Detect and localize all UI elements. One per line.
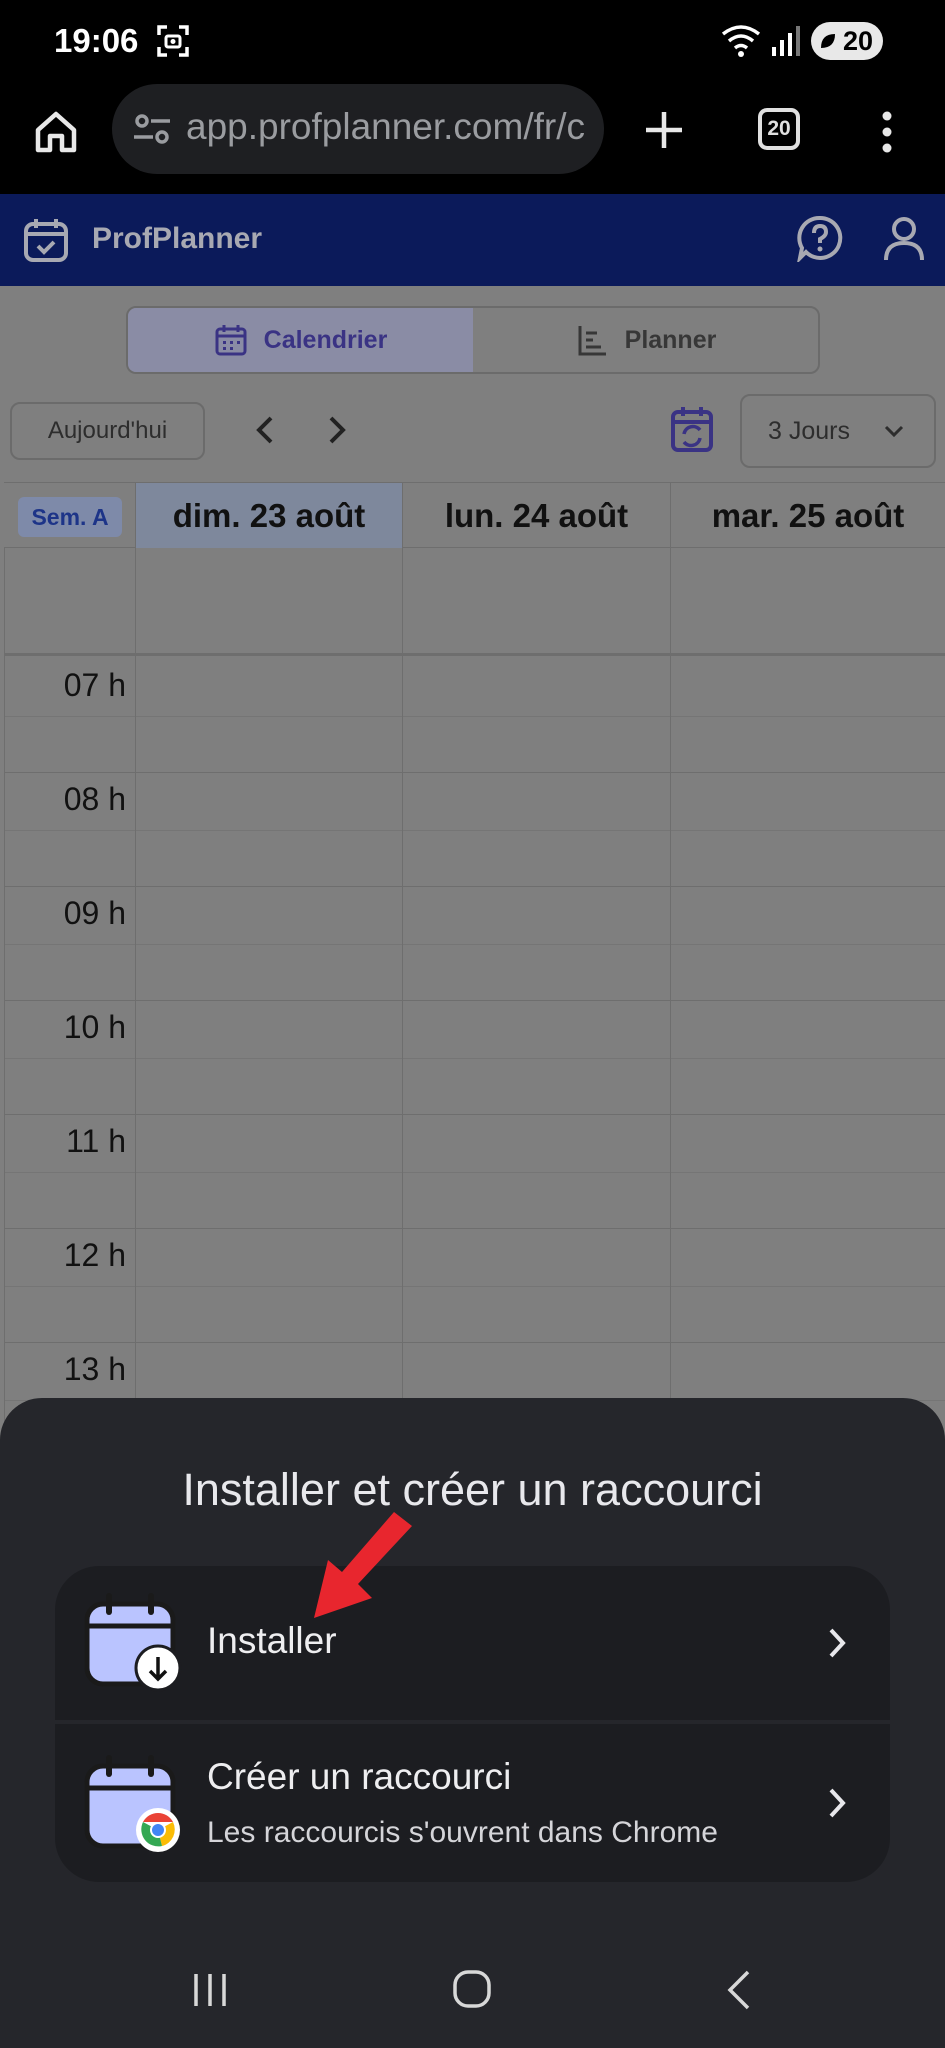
app-title: ProfPlanner	[92, 222, 263, 255]
battery-level: 20	[842, 25, 873, 56]
tab-calendrier[interactable]: Calendrier	[128, 308, 473, 372]
site-settings-icon[interactable]	[132, 109, 172, 149]
back-icon[interactable]	[724, 1968, 754, 2012]
url-text[interactable]: app.profplanner.com/fr/c	[186, 106, 585, 148]
calendar-sync-icon[interactable]	[670, 404, 716, 454]
home-icon[interactable]	[30, 106, 82, 158]
day-header[interactable]: dim. 23 août	[135, 483, 402, 548]
create-shortcut-option[interactable]: Créer un raccourci Les raccourcis s'ouvr…	[55, 1724, 890, 1882]
screenshot-icon	[157, 25, 189, 57]
hour-row[interactable]: 08 h	[4, 773, 945, 887]
app-install-icon	[84, 1593, 182, 1692]
hour-label: 12 h	[63, 1237, 126, 1273]
chevron-left-icon[interactable]	[246, 410, 286, 450]
tab-switcher-button[interactable]: 20	[758, 108, 800, 150]
tab-planner[interactable]: Planner	[473, 308, 818, 372]
help-chat-icon[interactable]	[796, 214, 844, 262]
day-header[interactable]: lun. 24 août	[402, 483, 670, 548]
create-shortcut-label: Créer un raccourci	[207, 1756, 512, 1797]
status-time: 19:06	[54, 22, 139, 59]
signal-icon	[771, 26, 800, 56]
view-tabs: Calendrier Planner	[126, 306, 820, 374]
week-badge: Sem. A	[18, 497, 122, 537]
url-bar[interactable]: app.profplanner.com/fr/c	[112, 84, 604, 174]
battery-saver-icon	[820, 34, 835, 48]
wifi-icon	[721, 25, 761, 57]
calendar-header-row: Sem. A dim. 23 août lun. 24 août mar. 25…	[4, 482, 945, 548]
new-tab-icon[interactable]	[640, 106, 688, 154]
home-button-icon[interactable]	[452, 1968, 492, 2010]
hour-label: 11 h	[66, 1123, 126, 1159]
status-icons: 20	[721, 22, 883, 60]
chevron-right-icon	[829, 1628, 846, 1658]
hour-label: 09 h	[63, 895, 126, 931]
hour-label: 13 h	[63, 1351, 126, 1387]
system-nav-bar	[0, 1936, 945, 2048]
sheet-title: Installer et créer un raccourci	[182, 1464, 763, 1515]
red-arrow-annotation	[314, 1512, 412, 1618]
hour-label: 08 h	[63, 781, 126, 817]
install-label: Installer	[207, 1620, 337, 1661]
hour-row[interactable]: 10 h	[4, 1001, 945, 1115]
view-range-value: 3 Jours	[768, 416, 850, 445]
chevron-right-icon	[829, 1788, 846, 1818]
user-profile-icon[interactable]	[880, 214, 928, 262]
tab-calendrier-label: Calendrier	[263, 325, 388, 354]
tab-planner-label: Planner	[624, 325, 717, 354]
install-options: Installer Créer un raccourci Les raccour…	[55, 1566, 890, 1882]
view-range-select[interactable]: 3 Jours	[740, 394, 936, 468]
hour-row[interactable]: 09 h	[4, 887, 945, 1001]
calendar-logo-icon	[24, 219, 68, 262]
today-button[interactable]: Aujourd'hui	[10, 402, 205, 460]
hour-label: 07 h	[63, 667, 126, 703]
hour-label: 10 h	[63, 1009, 126, 1045]
app-shortcut-chrome-icon	[84, 1755, 180, 1852]
install-option[interactable]: Installer	[55, 1566, 890, 1720]
chevron-down-icon	[884, 425, 904, 438]
hour-row[interactable]: 12 h	[4, 1229, 945, 1343]
planner-icon	[578, 326, 606, 356]
battery-indicator: 20	[810, 22, 883, 60]
install-bottom-sheet: Installer et créer un raccourci Installe…	[0, 1398, 945, 2048]
calendar-icon	[215, 325, 247, 356]
chevron-right-icon[interactable]	[316, 410, 356, 450]
browser-toolbar: app.profplanner.com/fr/c 20	[0, 84, 945, 194]
app-header: ProfPlanner	[0, 194, 945, 286]
all-day-row[interactable]	[4, 548, 945, 656]
hour-row[interactable]: 07 h	[4, 659, 945, 773]
more-menu-icon[interactable]	[872, 108, 902, 156]
status-bar: 19:06 20	[0, 0, 945, 84]
hour-row[interactable]: 11 h	[4, 1115, 945, 1229]
recent-apps-icon[interactable]	[190, 1970, 230, 2010]
day-header[interactable]: mar. 25 août	[670, 483, 945, 548]
create-shortcut-sublabel: Les raccourcis s'ouvrent dans Chrome	[207, 1816, 718, 1849]
